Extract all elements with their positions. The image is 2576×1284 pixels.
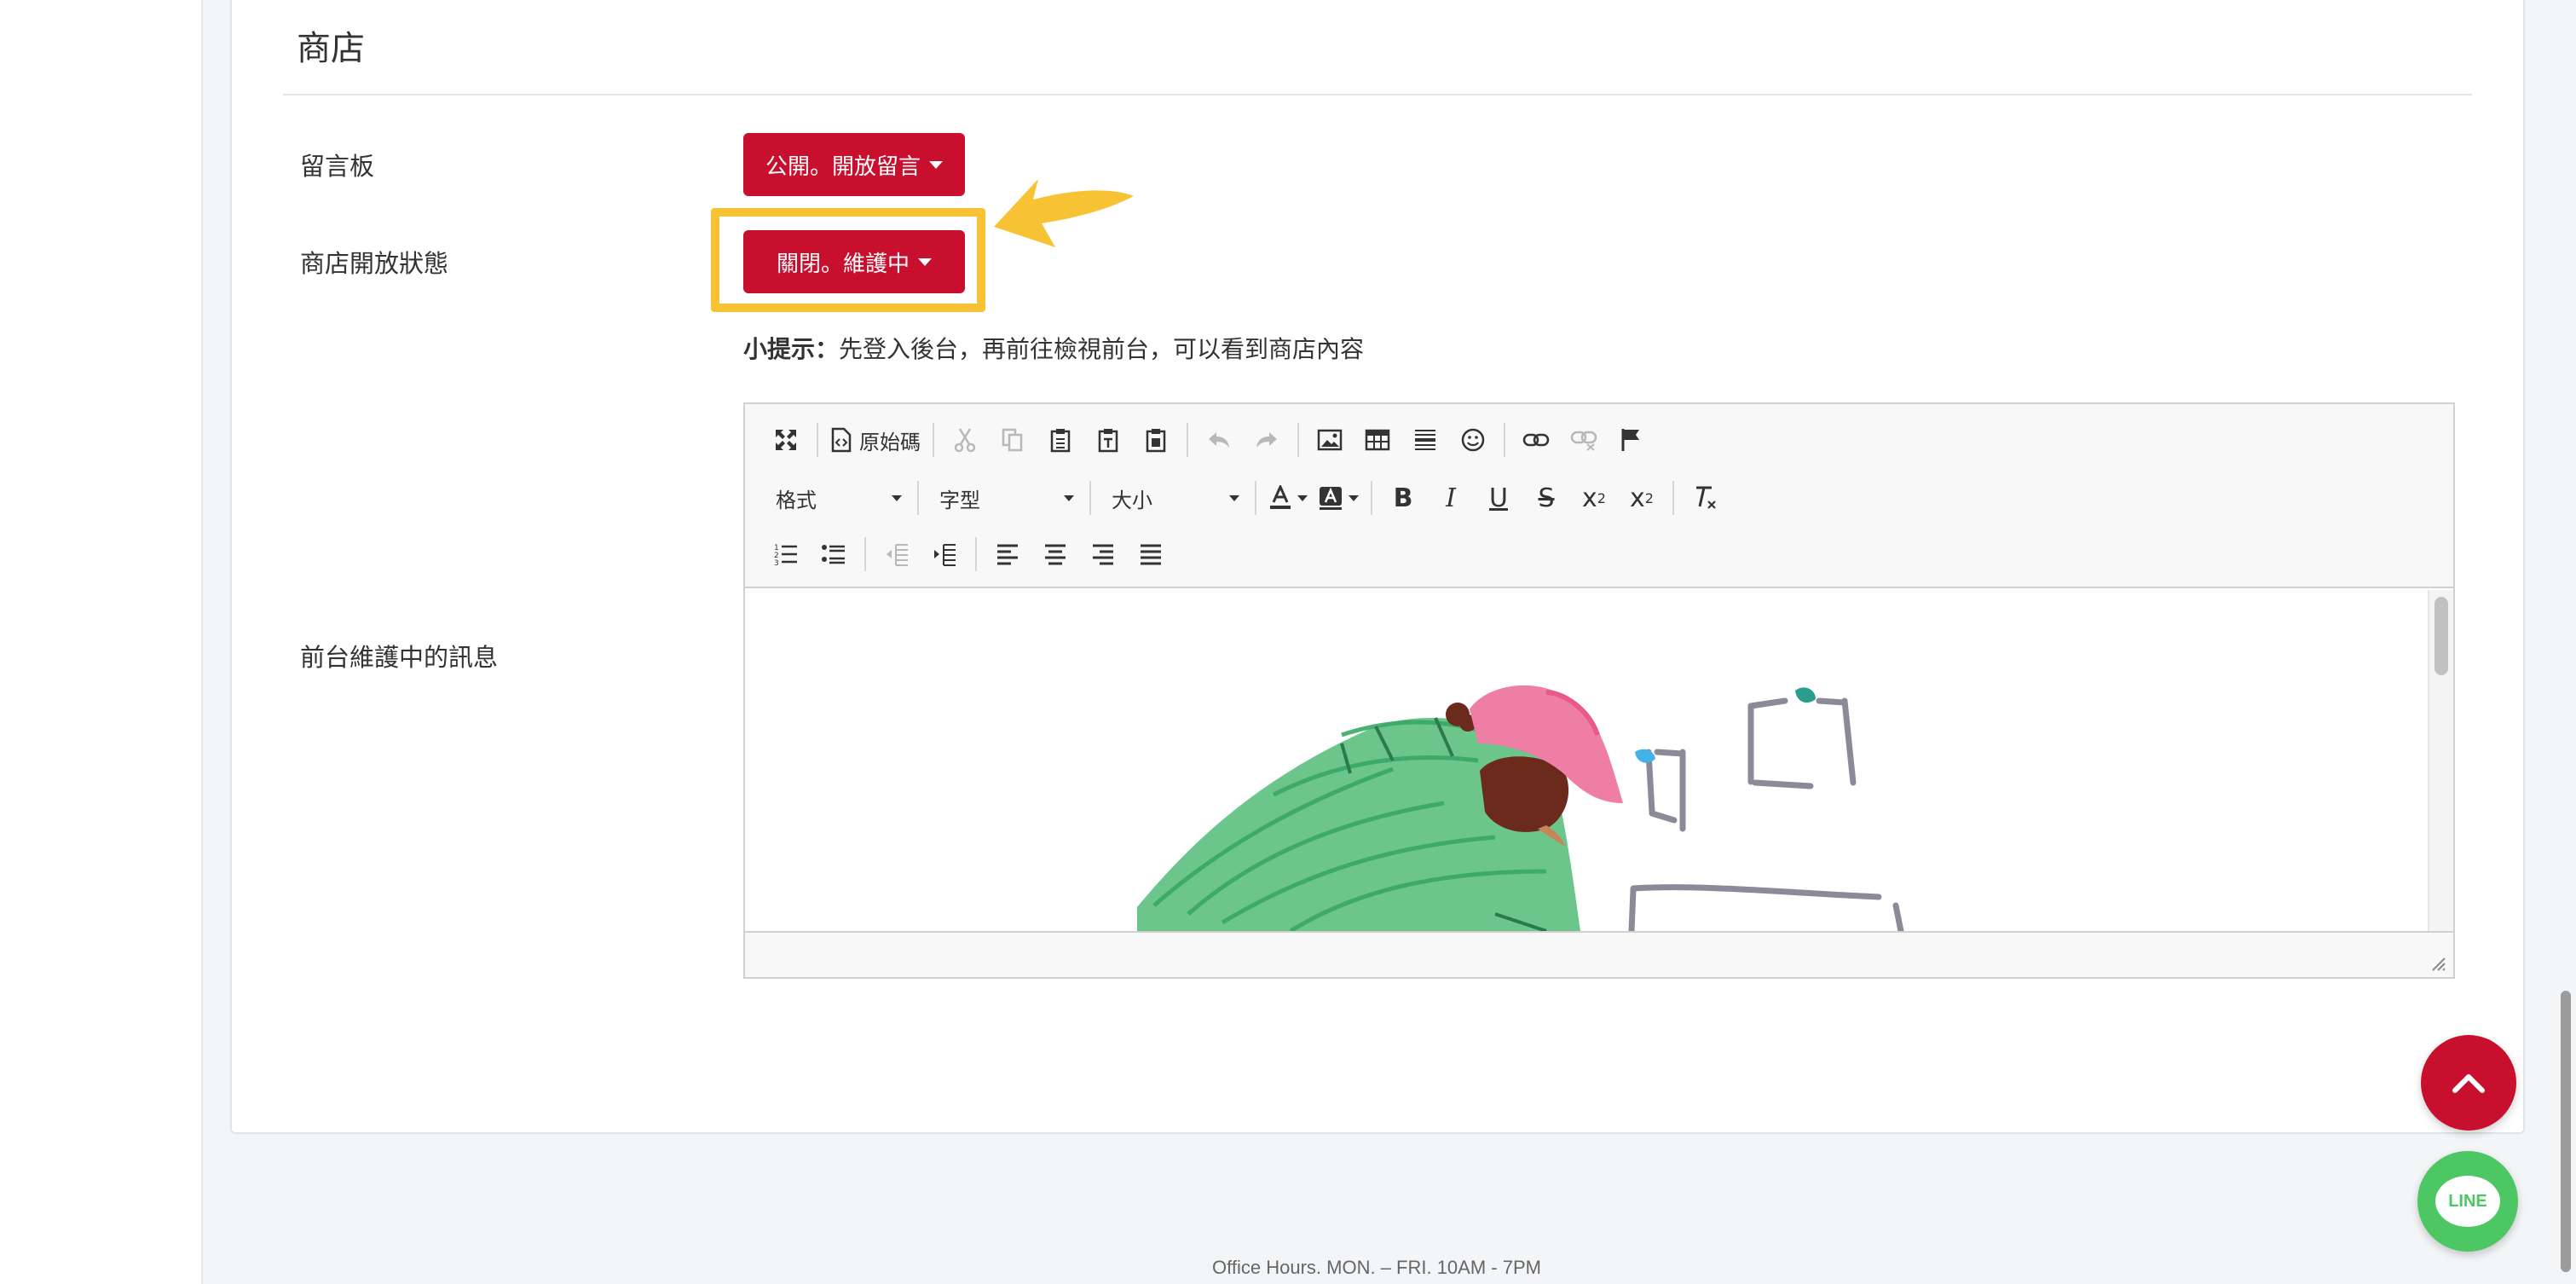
message-board-dropdown-label: 公開。開放留言 [765, 153, 921, 179]
toolbar-separator [1504, 423, 1505, 457]
section-title: 商店 [297, 30, 365, 67]
line-chat-button[interactable]: LINE [2417, 1151, 2518, 1252]
toolbar-separator [817, 423, 818, 457]
toolbar-separator [1089, 481, 1091, 515]
tip-body: 先登入後台，再前往檢視前台，可以看到商店內容 [839, 336, 1365, 362]
rich-text-editor: 原始碼 格式 字型 大小 B I U S x 2 x 2 1 2 3 [743, 402, 2455, 979]
chevron-down-icon [1349, 495, 1359, 501]
maintenance-illustration [1137, 685, 1904, 931]
source-icon [831, 427, 852, 453]
outdent-icon[interactable] [875, 532, 919, 576]
anchor-flag-icon[interactable] [1609, 418, 1654, 462]
justify-icon[interactable] [1129, 532, 1173, 576]
size-combo[interactable]: 大小 [1100, 476, 1246, 520]
chevron-down-icon [892, 495, 902, 501]
copy-icon[interactable] [991, 418, 1035, 462]
office-hours-text: Office Hours. MON. – FRI. 10AM - 7PM [1212, 1257, 1541, 1278]
toolbar-separator [933, 423, 934, 457]
unlink-icon[interactable] [1562, 418, 1606, 462]
tip-prefix: 小提示： [743, 336, 840, 362]
store-status-label: 商店開放狀態 [300, 251, 449, 278]
page-scrollbar[interactable] [2561, 991, 2571, 1272]
source-label: 原始碼 [859, 431, 921, 454]
toolbar-row-2: 格式 字型 大小 B I U S x 2 x 2 [764, 472, 1727, 523]
underline-icon[interactable]: U [1476, 476, 1521, 520]
toolbar-row-1: 原始碼 [764, 414, 1654, 466]
superscript-icon[interactable]: x2 [1620, 476, 1664, 520]
maximize-icon[interactable] [764, 418, 808, 462]
table-icon[interactable] [1355, 418, 1400, 462]
indent-icon[interactable] [922, 532, 967, 576]
toolbar-separator [864, 537, 866, 571]
editor-scrollbar[interactable] [2428, 590, 2453, 931]
source-button[interactable]: 原始碼 [827, 418, 924, 462]
message-board-label: 留言板 [300, 153, 375, 181]
horizontal-rule-icon[interactable] [1403, 418, 1447, 462]
align-center-icon[interactable] [1033, 532, 1077, 576]
bg-color-icon[interactable] [1314, 476, 1362, 520]
line-bubble-icon: LINE [2435, 1176, 2500, 1227]
toolbar-separator [1371, 481, 1372, 515]
editor-scrollbar-thumb[interactable] [2434, 597, 2448, 675]
toolbar-separator [1187, 423, 1188, 457]
paste-word-icon[interactable] [1134, 418, 1178, 462]
font-combo-label: 字型 [939, 489, 980, 512]
caret-down-icon [929, 160, 943, 169]
toolbar-separator [1255, 481, 1256, 515]
maintenance-message-label: 前台維護中的訊息 [300, 645, 499, 672]
annotation-arrow-icon [994, 179, 1134, 247]
size-combo-label: 大小 [1112, 489, 1152, 512]
toolbar-separator [1297, 423, 1299, 457]
store-status-dropdown-label: 關閉。維護中 [776, 250, 910, 276]
chevron-down-icon [1064, 495, 1074, 501]
chevron-up-icon [2452, 1074, 2485, 1093]
back-to-top-button[interactable] [2421, 1035, 2516, 1131]
align-right-icon[interactable] [1081, 532, 1125, 576]
smiley-icon[interactable] [1451, 418, 1495, 462]
image-icon[interactable] [1308, 418, 1352, 462]
resize-grip-icon[interactable] [2429, 955, 2446, 972]
undo-icon[interactable] [1197, 418, 1241, 462]
align-left-icon[interactable] [985, 532, 1030, 576]
svg-text:3: 3 [774, 559, 779, 566]
chevron-down-icon [1229, 495, 1239, 501]
editor-content-area[interactable] [745, 590, 2453, 931]
paste-text-icon[interactable] [1086, 418, 1130, 462]
paste-icon[interactable] [1038, 418, 1083, 462]
font-combo[interactable]: 字型 [927, 476, 1081, 520]
text-color-icon[interactable] [1265, 476, 1311, 520]
section-divider [283, 94, 2472, 95]
strike-icon[interactable]: S [1524, 476, 1568, 520]
bold-icon[interactable]: B [1381, 476, 1425, 520]
chevron-down-icon [1297, 495, 1308, 501]
cut-icon[interactable] [943, 418, 987, 462]
toolbar-separator [917, 481, 919, 515]
bulleted-list-icon[interactable] [811, 532, 856, 576]
toolbar-separator [975, 537, 977, 571]
subscript-icon[interactable]: x2 [1572, 476, 1616, 520]
tip-text: 小提示：先登入後台，再前往檢視前台，可以看到商店內容 [743, 331, 1364, 365]
format-combo-label: 格式 [776, 489, 817, 512]
message-board-dropdown[interactable]: 公開。開放留言 [743, 133, 965, 196]
toolbar-separator [1672, 481, 1674, 515]
line-label: LINE [2448, 1191, 2487, 1211]
toolbar-row-3: 123 [764, 529, 1173, 580]
caret-down-icon [918, 257, 932, 266]
editor-toolbar: 原始碼 格式 字型 大小 B I U S x 2 x 2 1 2 3 [745, 404, 2453, 588]
remove-format-icon[interactable] [1683, 476, 1727, 520]
store-status-dropdown[interactable]: 關閉。維護中 [743, 230, 965, 293]
redo-icon[interactable] [1245, 418, 1289, 462]
format-combo[interactable]: 格式 [764, 476, 909, 520]
editor-status-bar [745, 931, 2453, 977]
numbered-list-icon[interactable]: 123 [764, 532, 808, 576]
italic-icon[interactable]: I [1429, 476, 1473, 520]
left-sidebar [0, 0, 203, 1284]
link-icon[interactable] [1514, 418, 1558, 462]
